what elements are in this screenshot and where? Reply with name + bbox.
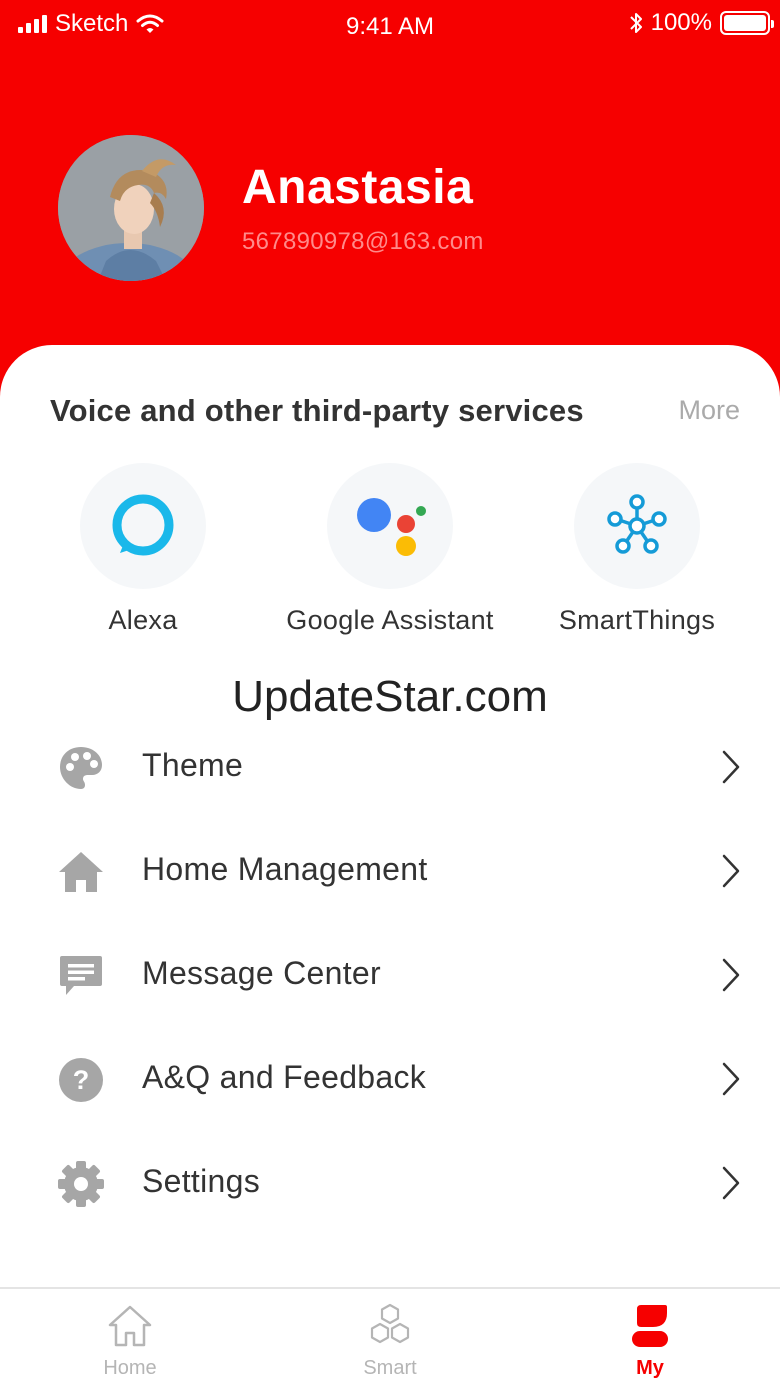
content-card: Voice and other third-party services Mor… [0,345,780,1287]
service-label: Alexa [108,605,178,635]
service-smartthings[interactable]: SmartThings [507,463,767,636]
message-icon [56,951,106,1001]
svg-text:?: ? [73,1065,90,1095]
service-smartthings-circle [574,463,700,589]
menu-label: A&Q and Feedback [142,1059,427,1095]
chevron-right-icon [722,958,740,992]
user-icon [632,1305,668,1347]
menu-item-message-center[interactable]: Message Center [0,923,780,1027]
chevron-right-icon [722,854,740,888]
chevron-right-icon [722,750,740,784]
service-google-circle [327,463,453,589]
service-google-assistant[interactable]: Google Assistant [260,463,520,636]
tab-label: Home [103,1357,157,1379]
service-alexa-circle [80,463,206,589]
tab-smart[interactable]: Smart [260,1289,520,1387]
user-email: 567890978@163.com [242,228,484,255]
menu-item-settings[interactable]: Settings [0,1131,780,1235]
smartthings-icon [607,494,667,554]
chevron-right-icon [722,1062,740,1096]
palette-icon [56,743,106,793]
service-label: Google Assistant [286,605,494,635]
menu-item-theme[interactable]: Theme [0,715,780,819]
service-label: SmartThings [558,605,716,635]
home-icon [56,847,106,897]
status-bar: Sketch 9:41 AM 100% [0,0,780,50]
alexa-icon [112,494,174,556]
avatar-image [58,135,204,281]
tab-label: Smart [363,1357,417,1379]
more-link[interactable]: More [678,395,740,426]
status-right: 100% [629,9,774,37]
services-title: Voice and other third-party services [50,393,584,428]
bluetooth-icon [629,13,642,33]
tab-my[interactable]: My [520,1289,780,1387]
tab-label: My [636,1357,664,1379]
battery-percent: 100% [650,9,712,36]
google-assistant-icon [357,498,426,556]
menu-label: Home Management [142,851,428,887]
home-outline-icon [108,1305,152,1347]
avatar[interactable] [58,135,204,281]
user-name: Anastasia [242,161,474,214]
gear-icon [56,1159,106,1209]
help-icon: ? [56,1055,106,1105]
menu-label: Theme [142,747,244,783]
menu-label: Settings [142,1163,261,1199]
tab-bar: Home Smart My [0,1287,780,1387]
battery-icon [720,11,774,35]
tab-home[interactable]: Home [0,1289,260,1387]
hexagons-icon [370,1303,410,1344]
menu-item-home-management[interactable]: Home Management [0,819,780,923]
menu-item-feedback[interactable]: ? A&Q and Feedback [0,1027,780,1131]
menu-label: Message Center [142,955,381,991]
chevron-right-icon [722,1166,740,1200]
service-alexa[interactable]: Alexa [13,463,273,636]
